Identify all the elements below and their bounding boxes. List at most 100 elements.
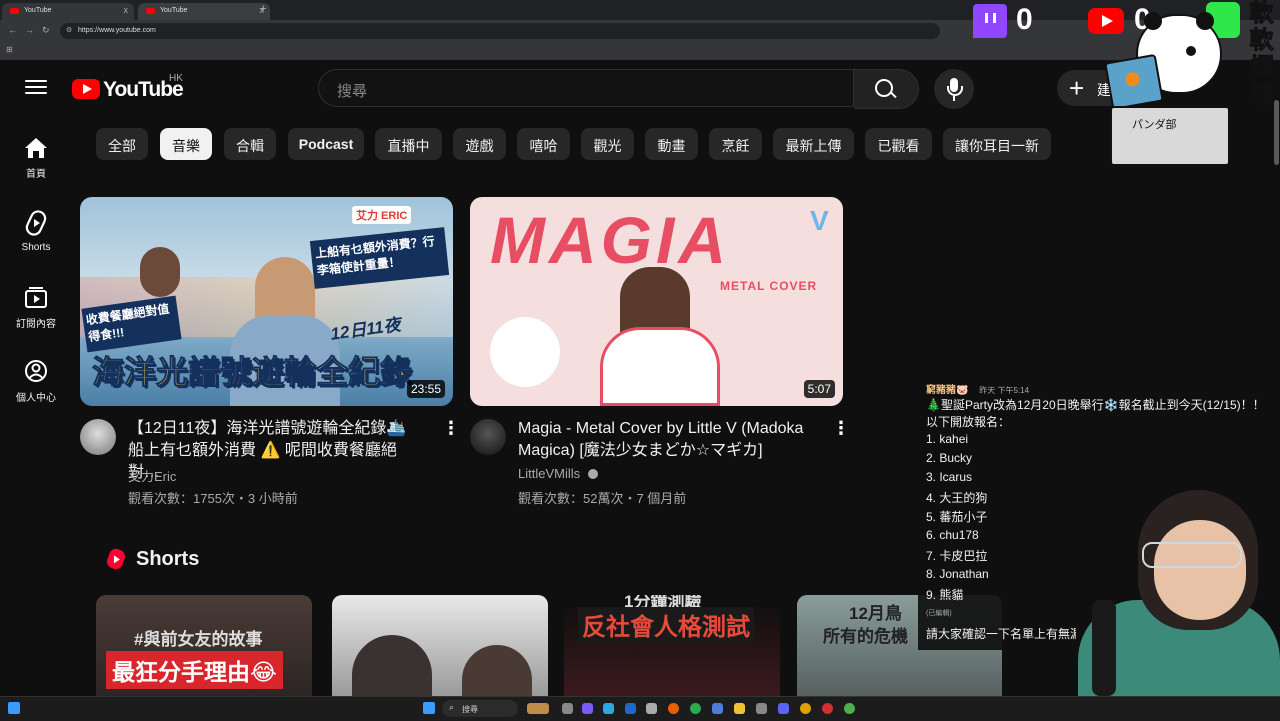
forward-icon[interactable]: → bbox=[25, 25, 34, 35]
chip-music[interactable]: 音樂 bbox=[160, 128, 212, 160]
shorts-section-title: Shorts bbox=[136, 548, 200, 570]
channel-name[interactable]: LittleVMills bbox=[518, 466, 598, 481]
chip-hiphop[interactable]: 嘻哈 bbox=[517, 128, 570, 160]
channel-name[interactable]: 艾力Eric bbox=[128, 466, 176, 485]
app-icon[interactable] bbox=[800, 703, 811, 714]
task-view-icon[interactable] bbox=[562, 703, 573, 714]
windows-start-icon[interactable] bbox=[8, 702, 20, 714]
teams-icon[interactable] bbox=[582, 703, 593, 714]
avatar[interactable] bbox=[470, 419, 506, 455]
chat-entry: 9. 熊貓 bbox=[926, 588, 964, 602]
search-input[interactable]: 搜尋 bbox=[318, 69, 854, 107]
chat-entry: 8. Jonathan bbox=[926, 567, 989, 581]
chip-mixes[interactable]: 合輯 bbox=[224, 128, 276, 160]
laptop-icon bbox=[1104, 53, 1164, 111]
search-icon bbox=[875, 79, 893, 97]
chip-watched[interactable]: 已觀看 bbox=[865, 128, 932, 160]
youtube-favicon-icon bbox=[10, 8, 19, 14]
sidebar-item-home[interactable]: 首頁 bbox=[0, 137, 72, 180]
app-icon[interactable] bbox=[756, 703, 767, 714]
steam-icon[interactable] bbox=[625, 703, 636, 714]
video-meta: 觀看次數：1755次・3 小時前 bbox=[128, 491, 298, 506]
sidebar-item-you[interactable]: 個人中心 bbox=[0, 359, 72, 404]
windows-taskbar: ⌕ 搜尋 bbox=[0, 696, 1280, 721]
chat-message: 請大家確認一下名單上有無漏 bbox=[926, 627, 1076, 641]
thumbnail-title: MAGIA bbox=[490, 203, 730, 277]
chat-entry: 6. chu178 bbox=[926, 528, 979, 542]
browser-tab-active[interactable]: YouTube x bbox=[138, 3, 270, 20]
browser-tab[interactable]: YouTube x bbox=[2, 3, 134, 20]
video-meta: 觀看次數：52萬次・7 個月前 bbox=[518, 491, 687, 506]
short-top-text: 12月鳥 bbox=[849, 604, 902, 623]
app-icon[interactable] bbox=[712, 703, 723, 714]
menu-icon[interactable] bbox=[24, 77, 48, 99]
person-figure bbox=[462, 645, 532, 696]
start-menu-icon[interactable] bbox=[423, 702, 435, 714]
short-main-text: 所有的危機 bbox=[823, 627, 908, 646]
chrome-icon[interactable] bbox=[844, 703, 855, 714]
chip-cooking[interactable]: 烹飪 bbox=[709, 128, 762, 160]
reload-icon[interactable]: ↻ bbox=[42, 25, 50, 36]
chat-message: 以下開放報名： bbox=[926, 415, 1011, 429]
search-icon: ⌕ bbox=[449, 702, 455, 712]
short-card[interactable]: #與前女友的故事 最狂分手理由😂 bbox=[96, 595, 312, 696]
plus-icon: + bbox=[1069, 73, 1085, 103]
chat-header: 窮豬豬🐷 昨天 下午5:14 bbox=[926, 381, 1029, 396]
site-info-icon[interactable]: ⚙ bbox=[66, 26, 72, 34]
chip-all[interactable]: 全部 bbox=[96, 128, 148, 160]
taskbar-search[interactable]: ⌕ 搜尋 bbox=[442, 700, 518, 717]
video-thumbnail[interactable]: MAGIA V METAL COVER 5:07 bbox=[470, 197, 843, 406]
chat-entry: 4. 大王的狗 bbox=[926, 491, 988, 505]
video-thumbnail[interactable]: 上船有乜額外消費？行李箱使計重量！ 收費餐廳絕對值得食!!! 艾力 ERIC 1… bbox=[80, 197, 453, 406]
sidebar-item-label: 首頁 bbox=[26, 169, 46, 180]
app-icon[interactable] bbox=[603, 703, 614, 714]
firefox-icon[interactable] bbox=[668, 703, 679, 714]
thumbnail-brand: 艾力 ERIC bbox=[352, 206, 412, 224]
chip-animation[interactable]: 動畫 bbox=[645, 128, 698, 160]
sidebar-item-subscriptions[interactable]: 訂閱內容 bbox=[0, 285, 72, 330]
chip-travel[interactable]: 觀光 bbox=[581, 128, 634, 160]
home-icon bbox=[25, 138, 47, 158]
widgets-icon[interactable] bbox=[527, 703, 549, 714]
file-explorer-icon[interactable] bbox=[734, 703, 745, 714]
bookmarks-bar: ⊞ bbox=[0, 42, 1280, 61]
chip-new-to-you[interactable]: 讓你耳目一新 bbox=[943, 128, 1051, 160]
sidebar-item-shorts[interactable]: Shorts bbox=[0, 210, 72, 253]
short-card[interactable] bbox=[332, 595, 548, 696]
chip-recently-uploaded[interactable]: 最新上傳 bbox=[773, 128, 854, 160]
close-tab-icon[interactable]: x bbox=[124, 5, 129, 15]
obs-icon[interactable] bbox=[822, 703, 833, 714]
search-button[interactable] bbox=[854, 69, 919, 109]
panda-mascot: パンダ部 bbox=[1104, 12, 1238, 166]
person-figure bbox=[352, 635, 432, 696]
apps-icon[interactable]: ⊞ bbox=[6, 45, 13, 54]
sidebar-item-label: 個人中心 bbox=[16, 393, 56, 404]
more-actions-icon[interactable]: ⋮ bbox=[832, 418, 850, 439]
video-title[interactable]: Magia - Metal Cover by Little V (Madoka … bbox=[518, 418, 823, 462]
chip-podcast[interactable]: Podcast bbox=[288, 128, 364, 160]
video-duration: 23:55 bbox=[406, 380, 445, 398]
search-box: 搜尋 bbox=[318, 69, 919, 109]
chat-entry: 5. 蕃茄小子 bbox=[926, 510, 988, 524]
chip-live[interactable]: 直播中 bbox=[375, 128, 442, 160]
shorts-icon bbox=[25, 210, 47, 236]
twitch-viewer-count: 0 bbox=[1016, 3, 1033, 36]
chrome-icon[interactable] bbox=[690, 703, 701, 714]
voice-search-button[interactable] bbox=[934, 69, 974, 109]
chat-user: 窮豬豬🐷 bbox=[926, 385, 969, 396]
app-icon[interactable] bbox=[646, 703, 657, 714]
youtube-logo[interactable]: YouTube HK bbox=[72, 73, 192, 101]
back-icon[interactable]: ← bbox=[8, 25, 17, 35]
url-field[interactable]: ⚙ https://www.youtube.com bbox=[60, 23, 940, 39]
discord-icon[interactable] bbox=[778, 703, 789, 714]
new-tab-button[interactable]: + bbox=[260, 3, 266, 15]
youtube-play-icon bbox=[72, 79, 100, 99]
chip-gaming[interactable]: 遊戲 bbox=[453, 128, 506, 160]
video-duration: 5:07 bbox=[803, 380, 835, 398]
thumbnail-title: 海洋光譜號遊輪全紀錄 bbox=[91, 354, 413, 391]
more-actions-icon[interactable]: ⋮ bbox=[442, 418, 460, 439]
avatar[interactable] bbox=[80, 419, 116, 455]
subscriptions-icon bbox=[25, 287, 47, 308]
stream-side-text: 軟軟爛爛 bbox=[1249, 0, 1274, 109]
short-card[interactable]: 1分鐘測驗 反社會人格測試 bbox=[564, 595, 780, 696]
